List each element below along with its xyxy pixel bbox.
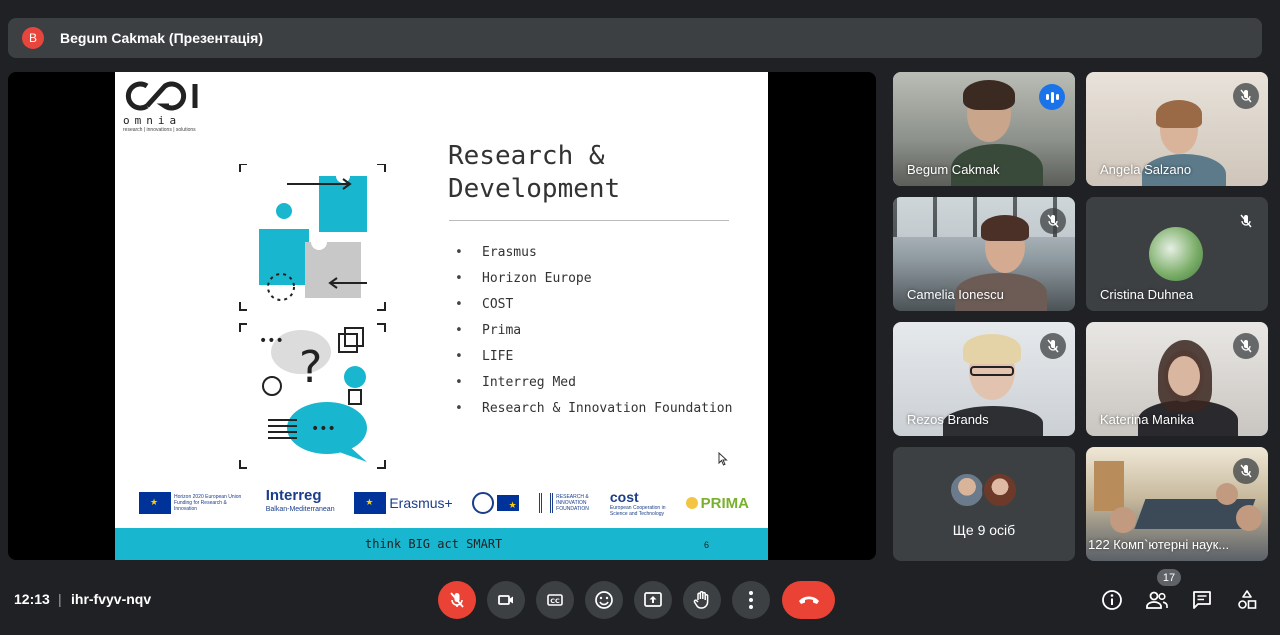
bullet-item: • Research & Innovation Foundation (455, 401, 733, 416)
bullet-item: • COST (455, 297, 514, 312)
avatar (949, 472, 985, 508)
svg-text:CC: CC (550, 597, 560, 605)
slide-footer: think BIG act SMART 6 (115, 528, 768, 560)
emoji-icon (595, 591, 613, 609)
erasmus-logo: Erasmus+ (354, 492, 453, 514)
activities-icon (1238, 590, 1257, 609)
bullet-list: • Erasmus • Horizon Europe • COST • Prima • L… (455, 242, 732, 424)
emoji-reaction-button[interactable] (585, 581, 623, 619)
more-participants-label: Ще 9 осіб (952, 522, 1016, 538)
svg-text:•••: ••• (311, 421, 336, 437)
participant-name: Cristina Duhnea (1100, 287, 1194, 302)
participant-tile[interactable]: 122 Комп`ютерні наук... (1086, 447, 1268, 561)
eu-circle-logo (472, 492, 520, 514)
participant-tile[interactable]: Angela Salzano (1086, 72, 1268, 186)
participant-tile[interactable]: Camelia Ionescu (893, 197, 1075, 311)
prima-logo: PRIMA (685, 495, 749, 512)
slide: omnia research | innovations | solutions (115, 72, 768, 560)
captions-button[interactable]: CC (536, 581, 574, 619)
partner-logos: Horizon 2020 European Union Funding for … (139, 486, 749, 520)
bullet-item: • Prima (455, 323, 522, 338)
meeting-time: 12:13 (14, 591, 50, 607)
mic-off-icon (1040, 333, 1066, 359)
participant-name: 122 Комп`ютерні наук... (1088, 537, 1230, 552)
omnia-logo: omnia research | innovations | solutions (121, 76, 201, 133)
eu-flag-icon (139, 492, 171, 514)
title-divider (449, 220, 729, 221)
present-screen-button[interactable] (634, 581, 672, 619)
raise-hand-icon (693, 591, 709, 609)
slide-footer-text: think BIG act SMART (365, 537, 503, 551)
activities-button[interactable] (1234, 587, 1260, 613)
meeting-details-button[interactable] (1099, 587, 1125, 613)
camera-toggle-button[interactable] (487, 581, 525, 619)
horizon-2020-logo: Horizon 2020 European Union Funding for … (139, 492, 246, 514)
participant-name: Camelia Ionescu (907, 287, 1004, 302)
participant-name: Katerina Manika (1100, 412, 1194, 427)
bulb-icon (685, 497, 698, 509)
slide-title-line-1: Research & (448, 141, 605, 171)
leave-call-button[interactable] (782, 581, 835, 619)
cost-logo: cost European Cooperation in Science and… (609, 489, 666, 517)
logo-word: omnia (123, 114, 182, 127)
presenter-bar: B Begum Cakmak (Презентація) (8, 18, 1262, 58)
camera-icon (498, 595, 513, 605)
slide-page-number: 6 (704, 540, 710, 550)
puzzle-illustration: ••• ? ••• (239, 163, 389, 469)
bullet-item: • Interreg Med (455, 375, 576, 390)
bullet-item: • Erasmus (455, 245, 537, 260)
bullet-item: • Horizon Europe (455, 271, 592, 286)
presenter-title: Begum Cakmak (Презентація) (60, 30, 263, 46)
hang-up-icon (798, 596, 819, 604)
info-icon (1102, 590, 1122, 610)
participant-name: Begum Cakmak (907, 162, 1000, 177)
mic-off-icon (1233, 458, 1259, 484)
captions-icon: CC (547, 594, 563, 606)
mic-off-icon (1233, 333, 1259, 359)
interreg-logo: Interreg Balkan-Mediterranean (265, 487, 335, 513)
eu-flag-icon (354, 492, 387, 514)
more-participants-tile[interactable]: Ще 9 осіб (893, 447, 1075, 561)
avatar (982, 472, 1018, 508)
logo-tagline: research | innovations | solutions (123, 127, 196, 133)
meeting-code: ihr-fvyv-nqv (71, 591, 152, 607)
mic-off-icon (1233, 208, 1259, 234)
raise-hand-button[interactable] (683, 581, 721, 619)
mic-off-icon (1040, 208, 1066, 234)
more-options-button[interactable] (732, 581, 770, 619)
mouse-cursor-icon (718, 451, 728, 471)
svg-text:?: ? (299, 342, 322, 393)
mic-off-icon (1233, 83, 1259, 109)
separator: | (58, 591, 62, 607)
presentation-stage: omnia research | innovations | solutions (8, 72, 876, 560)
presenter-avatar: B (22, 27, 44, 49)
participant-tile[interactable]: Rezos Brands (893, 322, 1075, 436)
mic-off-icon (450, 592, 464, 608)
speaking-indicator-icon (1039, 84, 1065, 110)
slide-title: Research & Development (448, 140, 620, 206)
participant-tile[interactable]: Katerina Manika (1086, 322, 1268, 436)
rif-logo: RESEARCH & INNOVATION FOUNDATION (539, 493, 590, 513)
people-icon (1146, 591, 1168, 609)
people-button[interactable] (1144, 587, 1170, 613)
avatar (1149, 227, 1203, 281)
present-icon (644, 592, 662, 607)
participant-name: Angela Salzano (1100, 162, 1192, 177)
slide-title-line-2: Development (448, 174, 621, 204)
more-options-icon (749, 591, 753, 609)
bullet-item: • LIFE (455, 349, 514, 364)
participant-name: Rezos Brands (907, 412, 989, 427)
participant-tile[interactable]: Cristina Duhnea (1086, 197, 1268, 311)
mic-toggle-button[interactable] (438, 581, 476, 619)
participant-tile[interactable]: Begum Cakmak (893, 72, 1075, 186)
chat-icon (1193, 591, 1211, 609)
chat-button[interactable] (1189, 587, 1215, 613)
people-count-badge: 17 (1157, 569, 1181, 586)
svg-text:•••: ••• (259, 333, 284, 349)
